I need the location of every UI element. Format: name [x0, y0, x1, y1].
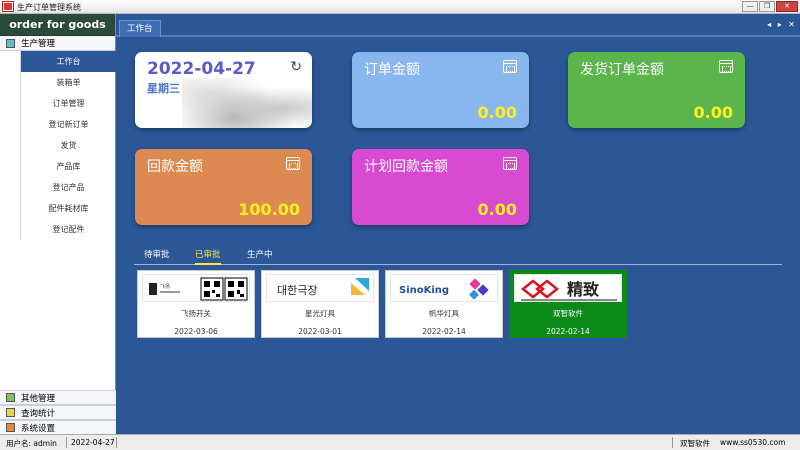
calendar-icon — [503, 157, 517, 170]
order-card[interactable]: 飞扬 飞扬开关 2022-03-06 — [137, 270, 255, 338]
order-customer-name: 星光灯具 — [305, 309, 335, 318]
minimize-button[interactable]: — — [742, 1, 758, 12]
svg-text:飞扬: 飞扬 — [160, 283, 170, 290]
customer-logo: 飞扬 — [142, 274, 250, 302]
sidebar-item-register-product[interactable]: 登记产品 — [20, 177, 116, 198]
tab-workbench[interactable]: 工作台 — [119, 20, 161, 37]
order-card[interactable]: SinoKing 帆华灯具 2022-02-14 — [385, 270, 503, 338]
tab-in-production[interactable]: 生产中 — [247, 248, 273, 260]
app-brand: order for goods — [0, 14, 115, 36]
ink-painting-background — [182, 78, 312, 128]
order-date: 2022-03-01 — [298, 327, 342, 336]
date-card: 2022-04-27 星期三 ↻ — [135, 52, 312, 128]
group-query-label: 查询统计 — [21, 408, 56, 419]
shipped-amount-value: 0.00 — [693, 103, 733, 122]
shipped-amount-title: 发货订单金额 — [580, 62, 664, 78]
order-card[interactable]: 대한극장 星光灯具 2022-03-01 — [261, 270, 379, 338]
window-title: 生产订单管理系统 — [17, 3, 81, 12]
planned-payment-title: 计划回款金额 — [364, 159, 448, 175]
order-customer-name: 飞扬开关 — [181, 309, 211, 318]
tab-approved[interactable]: 已审批 — [195, 248, 221, 265]
calendar-icon — [286, 157, 300, 170]
order-date: 2022-02-14 — [422, 327, 466, 336]
status-divider — [66, 437, 67, 448]
group-query[interactable]: 查询统计 — [0, 405, 116, 420]
order-customer-name: 双智软件 — [553, 309, 583, 318]
status-bar: 用户名: admin 2022-04-27 双智软件 www.ss0530.co… — [0, 434, 800, 450]
calendar-icon — [503, 60, 517, 73]
svg-text:精致: 精致 — [567, 280, 600, 299]
sidebar-item-workbench[interactable]: 工作台 — [20, 51, 116, 72]
tab-scroll-arrows[interactable]: ◂ ▸ ✕ — [767, 20, 797, 29]
sidebar-item-product-library[interactable]: 产品库 — [20, 156, 116, 177]
group-settings-icon — [6, 423, 15, 432]
order-card-selected[interactable]: 精致 双智软件 2022-02-14 — [509, 270, 627, 338]
group-other-icon — [6, 393, 15, 402]
customer-logo: SinoKing — [390, 274, 498, 302]
payment-received-title: 回款金额 — [147, 159, 203, 175]
window-titlebar: 生产订单管理系统 — ❐ ✕ — [0, 0, 800, 14]
order-amount-value: 0.00 — [477, 103, 517, 122]
maximize-button[interactable]: ❐ — [759, 1, 775, 12]
planned-payment-card[interactable]: 计划回款金额 0.00 — [352, 149, 529, 225]
order-status-tabs: 待审批 已审批 生产中 — [134, 245, 782, 265]
order-amount-card[interactable]: 订单金额 0.00 — [352, 52, 529, 128]
order-date: 2022-03-06 — [174, 327, 218, 336]
production-menu: 工作台 装箱单 订单管理 登记新订单 发货 产品库 登记产品 配件耗材库 登记配… — [0, 51, 116, 240]
status-website: www.ss0530.com — [720, 438, 786, 447]
status-company: 双智软件 — [680, 439, 710, 448]
order-amount-title: 订单金额 — [364, 62, 420, 78]
status-user: 用户名: admin — [6, 439, 57, 448]
current-weekday: 星期三 — [147, 82, 180, 95]
group-production-label: 生产管理 — [21, 39, 56, 49]
group-production-icon — [6, 38, 15, 48]
close-button[interactable]: ✕ — [776, 1, 798, 12]
app-icon — [3, 2, 13, 11]
sidebar-item-order-management[interactable]: 订单管理 — [20, 93, 116, 114]
group-query-icon — [6, 408, 15, 417]
payment-received-card[interactable]: 回款金额 100.00 — [135, 149, 312, 225]
svg-text:대한극장: 대한극장 — [277, 284, 317, 297]
customer-logo: 대한극장 — [266, 274, 374, 302]
sidebar-item-packing-list[interactable]: 装箱单 — [20, 72, 116, 93]
group-settings[interactable]: 系统设置 — [0, 420, 116, 435]
sidebar-item-register-parts[interactable]: 登记配件 — [20, 219, 116, 240]
group-other-label: 其他管理 — [21, 393, 56, 404]
current-date: 2022-04-27 — [147, 59, 256, 79]
payment-received-value: 100.00 — [238, 200, 300, 219]
shipped-amount-card[interactable]: 发货订单金额 0.00 — [568, 52, 745, 128]
refresh-icon[interactable]: ↻ — [290, 59, 302, 75]
calendar-icon — [719, 60, 733, 73]
svg-text:SinoKing: SinoKing — [399, 285, 449, 296]
tab-strip: 工作台 ◂ ▸ ✕ — [116, 14, 800, 37]
tab-pending-approval[interactable]: 待审批 — [144, 248, 170, 260]
sidebar: order for goods 生产管理 工作台 装箱单 订单管理 登记新订单 … — [0, 14, 116, 435]
group-other[interactable]: 其他管理 — [0, 390, 116, 405]
planned-payment-value: 0.00 — [477, 200, 517, 219]
customer-logo: 精致 — [514, 274, 622, 302]
order-date: 2022-02-14 — [546, 327, 590, 336]
group-settings-label: 系统设置 — [21, 423, 56, 434]
order-customer-name: 帆华灯具 — [429, 309, 459, 318]
sidebar-item-register-order[interactable]: 登记新订单 — [20, 114, 116, 135]
status-date: 2022-04-27 — [71, 438, 115, 447]
status-divider — [116, 437, 117, 448]
sidebar-item-shipping[interactable]: 发货 — [20, 135, 116, 156]
status-divider — [672, 437, 673, 448]
sidebar-item-parts-library[interactable]: 配件耗材库 — [20, 198, 116, 219]
group-production[interactable]: 生产管理 — [0, 36, 115, 51]
